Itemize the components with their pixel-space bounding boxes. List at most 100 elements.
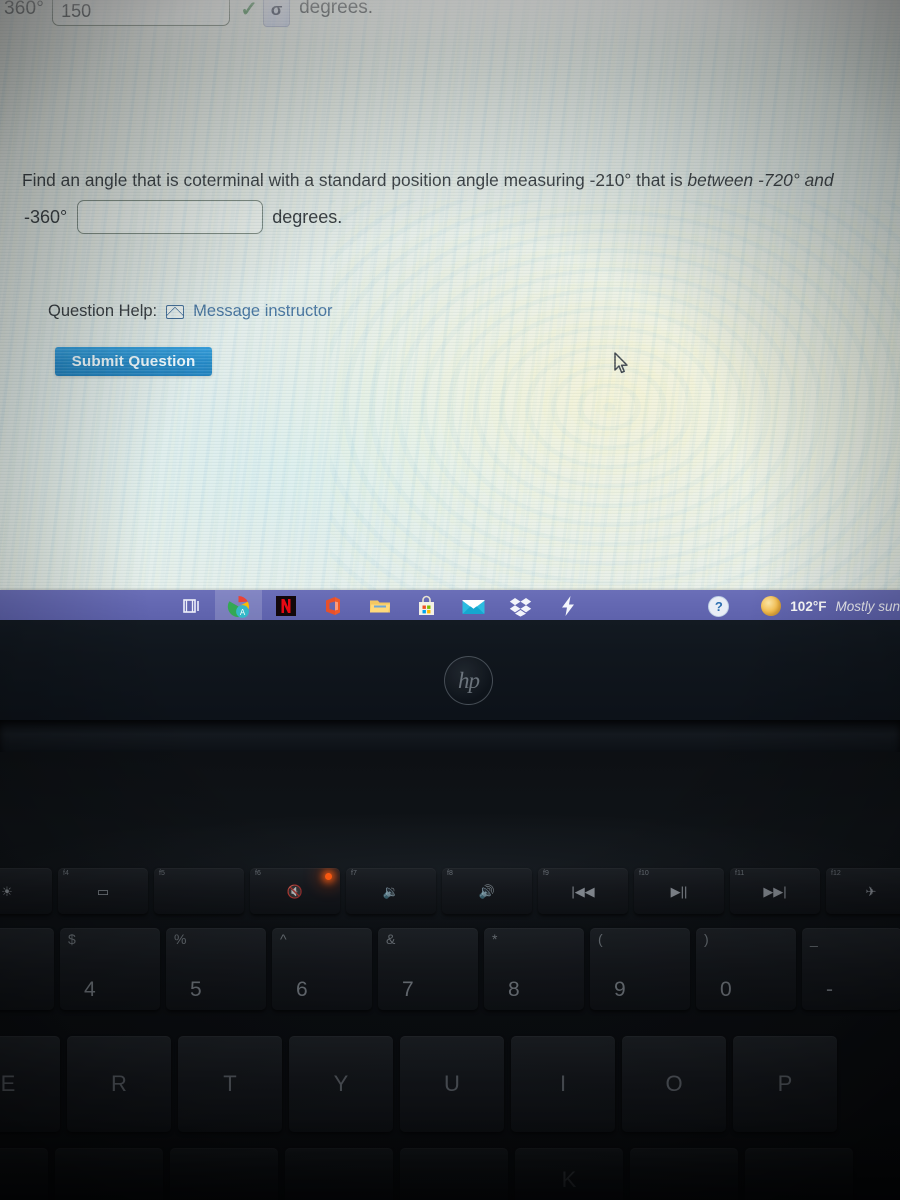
mute-key[interactable]: f6 🔇 (250, 868, 340, 914)
key-label: Y (333, 1071, 349, 1096)
fn-label: f4 (63, 870, 69, 877)
answer-lower-bound-label: -360° (24, 206, 68, 227)
file-explorer-icon[interactable] (356, 590, 403, 622)
sun-glyph-icon: ☀ (1, 883, 13, 899)
help-badge-icon[interactable]: ? (708, 595, 730, 617)
home-row-key[interactable] (0, 1148, 48, 1200)
sun-icon (761, 596, 782, 616)
brightness-key[interactable]: f3 ☀ (0, 868, 52, 914)
key-k[interactable]: K (515, 1148, 623, 1200)
next-track-glyph-icon: ▶▶| (763, 883, 787, 899)
taskbar-system-tray: ? 102°F Mostly sun (708, 590, 900, 622)
task-view-icon[interactable] (168, 590, 215, 622)
key-6[interactable]: ^ 6 (272, 928, 372, 1010)
key-secondary-label: ^ (280, 931, 287, 947)
question-help-row: Question Help: Message instructor (48, 302, 333, 321)
message-instructor-link[interactable]: Message instructor (193, 302, 332, 321)
volume-up-key[interactable]: f8 🔊 (442, 868, 532, 914)
home-row-key[interactable] (285, 1148, 393, 1200)
key-9[interactable]: ( 9 (590, 928, 690, 1010)
key-primary-label: 4 (84, 978, 96, 1001)
netflix-icon[interactable] (262, 590, 309, 622)
monitor-glyph-icon: ▭ (96, 883, 110, 899)
key-o[interactable]: O (622, 1036, 726, 1132)
mouse-cursor-icon (614, 352, 630, 376)
weather-widget[interactable]: 102°F Mostly sun (761, 596, 900, 616)
weather-temperature: 102°F (790, 598, 827, 614)
previous-track-glyph-icon: |◀◀ (571, 883, 595, 899)
taskbar-empty-area (0, 590, 168, 622)
key-secondary-label: ) (704, 931, 709, 947)
key-label: K (561, 1167, 577, 1192)
key-4[interactable]: $ 4 (60, 928, 160, 1010)
laptop-screen: 360° 150 ✓ σ degrees. Find an angle that… (0, 0, 900, 620)
next-track-key[interactable]: f11 ▶▶| (730, 868, 820, 914)
key-primary-label: 5 (190, 978, 202, 1001)
play-pause-key[interactable]: f10 ▶|| (634, 868, 724, 914)
home-row-key[interactable] (630, 1148, 738, 1200)
key-5[interactable]: % 5 (166, 928, 266, 1010)
key-y[interactable]: Y (289, 1036, 393, 1132)
display-switch-key[interactable]: f4 ▭ (58, 868, 148, 914)
key-primary-label: 6 (296, 978, 308, 1001)
key-t[interactable]: T (178, 1036, 282, 1132)
play-pause-glyph-icon: ▶|| (670, 883, 688, 899)
key-e[interactable]: E (0, 1036, 60, 1132)
key-primary-label: 0 (720, 978, 732, 1001)
key-7[interactable]: & 7 (378, 928, 478, 1010)
check-icon: ✓ (240, 0, 258, 21)
key-secondary-label: % (174, 931, 187, 947)
key-r[interactable]: R (67, 1036, 171, 1132)
mute-led-indicator (325, 873, 332, 880)
browser-page-content: 360° 150 ✓ σ degrees. Find an angle that… (0, 0, 900, 620)
volume-up-glyph-icon: 🔊 (478, 883, 496, 899)
key-label: R (111, 1071, 127, 1096)
hp-logo: hp (444, 656, 493, 705)
key-0[interactable]: ) 0 (696, 928, 796, 1010)
sigma-symbol-button[interactable]: σ (263, 0, 291, 27)
home-row-key[interactable] (170, 1148, 278, 1200)
home-row-key[interactable] (400, 1148, 508, 1200)
chrome-browser-icon[interactable]: A (215, 590, 262, 622)
key-i[interactable]: I (511, 1036, 615, 1132)
lightning-icon[interactable] (544, 590, 591, 622)
keyboard-home-row: K (0, 1148, 853, 1200)
question-prompt-line1: Find an angle that is coterminal with a … (22, 170, 892, 191)
key-secondary-label: $ (68, 931, 76, 947)
key-p[interactable]: P (733, 1036, 837, 1132)
windows-taskbar: A ? 102°F Mostly sun (0, 590, 900, 622)
office-icon[interactable] (309, 590, 356, 622)
answer-input[interactable] (77, 200, 264, 234)
fn-label: f6 (255, 870, 261, 877)
airplane-mode-key[interactable]: f12 ✈ (826, 868, 900, 914)
mail-icon[interactable] (450, 590, 497, 622)
previous-answer-row: 360° 150 ✓ σ degrees. (0, 0, 900, 40)
submit-question-button[interactable]: Submit Question (55, 347, 212, 376)
fn-label: f11 (735, 870, 745, 877)
fn-label: f12 (831, 870, 841, 877)
home-row-key[interactable] (55, 1148, 163, 1200)
previous-track-key[interactable]: f9 |◀◀ (538, 868, 628, 914)
fn-label: f7 (351, 870, 357, 877)
svg-text:A: A (240, 608, 246, 617)
dropbox-icon[interactable] (497, 590, 544, 622)
keyboard-function-row: f3 ☀ f4 ▭ f5 f6 🔇 f7 🔉 f8 🔊 f9 |◀◀ (0, 868, 900, 914)
key-label: T (223, 1071, 237, 1096)
key-secondary-label: _ (810, 931, 818, 947)
f5-key[interactable]: f5 (154, 868, 244, 914)
fn-label: f5 (159, 870, 165, 877)
key-u[interactable]: U (400, 1036, 504, 1132)
microsoft-store-icon[interactable] (403, 590, 450, 622)
previous-answer-input[interactable]: 150 (52, 0, 231, 26)
screenshot-root: 360° 150 ✓ σ degrees. Find an angle that… (0, 0, 900, 1200)
home-row-key[interactable] (745, 1148, 853, 1200)
key-primary-label: 8 (508, 978, 520, 1001)
key-primary-label: 7 (402, 978, 414, 1001)
laptop-hinge (0, 720, 900, 756)
key-label: I (559, 1071, 567, 1096)
key-minus[interactable]: _ - (802, 928, 900, 1010)
key-3[interactable]: # 3 (0, 928, 54, 1010)
volume-down-key[interactable]: f7 🔉 (346, 868, 436, 914)
key-secondary-label: & (386, 931, 396, 947)
key-8[interactable]: * 8 (484, 928, 584, 1010)
